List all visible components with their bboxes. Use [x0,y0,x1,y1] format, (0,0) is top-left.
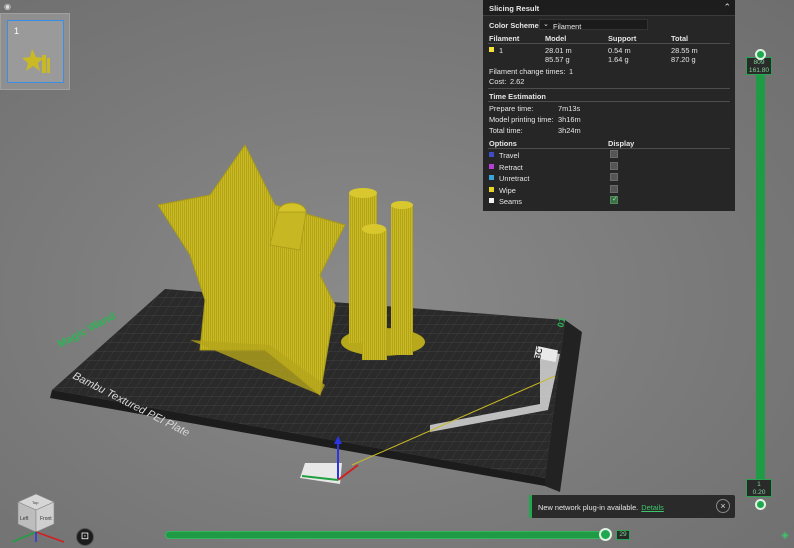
plate-thumbnail[interactable]: 1 [0,13,70,90]
header-model: Model [545,34,567,43]
cost-value: 2.62 [510,77,525,86]
travel-checkbox[interactable] [610,150,618,158]
layer-top-handle[interactable] [755,49,766,60]
support-weight: 1.64 g [608,55,629,64]
filament-id: 1 [499,46,504,55]
options-header: Options [489,139,517,148]
layers-icon[interactable]: ◈ [779,530,791,542]
panel-title: Slicing Result [489,4,540,13]
retract-swatch [489,164,494,169]
notification-text: New network plug-in available. [538,503,639,512]
prepare-time-value: 7m13s [558,104,581,113]
seams-swatch [489,198,494,203]
retract-checkbox[interactable] [610,162,618,170]
close-icon[interactable]: × [716,499,730,513]
wipe-swatch [489,187,494,192]
layer-bottom-number: 1 [757,481,761,488]
move-slider-value: 29 [616,530,630,540]
cube-left-label: Left [20,516,29,522]
header-filament: Filament [489,34,520,43]
cube-top-label: Top [32,500,39,505]
color-scheme-label: Color Scheme [489,21,539,30]
divider [488,88,730,89]
unretract-swatch [489,175,494,180]
option-travel-label: Travel [499,151,520,160]
color-scheme-select[interactable]: ⌄ Filament [539,19,648,31]
plate-number: 1 [14,26,20,36]
slicing-result-panel: Slicing Result ⌃ Color Scheme ⌄ Filament… [483,0,735,211]
3d-viewport[interactable]: Magic Wand Bambu Textured PEI Plate 01 B… [0,0,794,548]
view-cube[interactable]: Top Left Front [4,490,68,546]
layer-top-height: 161.80 [748,67,770,74]
pillar-models[interactable] [341,188,425,360]
total-weight: 87.20 g [671,55,696,64]
layer-bottom-height: 0.20 [752,489,766,496]
seams-checkbox[interactable]: ✓ [610,196,618,204]
option-unretract-label: Unretract [499,174,530,183]
cost-label: Cost: [489,77,507,86]
support-length: 0.54 m [608,46,631,55]
layer-bottom-handle[interactable] [755,499,766,510]
view-cube-icon: Top Left Front [11,493,65,543]
move-slider-track[interactable] [165,531,605,539]
prepare-time-label: Prepare time: [489,104,534,113]
model-time-label: Model printing time: [489,115,554,124]
plate-thumbnail-selected: 1 [7,20,64,83]
panel-header[interactable]: Slicing Result ⌃ [483,0,735,16]
cube-front-label: Front [40,516,52,522]
total-time-label: Total time: [489,126,523,135]
layer-bottom-label: 1 0.20 [746,479,772,497]
layer-slider-track[interactable] [756,60,765,492]
divider [488,101,730,102]
move-slider-handle[interactable] [599,528,612,541]
layer-top-number: 809 [753,59,765,66]
collapse-icon[interactable]: ⌃ [723,2,731,13]
color-scheme-value: Filament [553,21,582,31]
travel-swatch [489,152,494,157]
time-estimation-title: Time Estimation [489,92,546,101]
filament-swatch [489,47,494,52]
notification-toast: New network plug-in available. Details × [529,495,735,518]
zoom-fit-icon[interactable]: ⊡ [76,528,94,546]
unretract-checkbox[interactable] [610,173,618,181]
check-icon: ✓ [612,196,618,203]
total-length: 28.55 m [671,46,698,55]
change-times-label: Filament change times: [489,67,566,76]
option-wipe-label: Wipe [499,186,516,195]
notification-body: New network plug-in available. Details [538,503,664,512]
header-support: Support [608,34,637,43]
model-time-value: 3h16m [558,115,581,124]
change-times-value: 1 [569,67,574,76]
chevron-down-icon: ⌄ [543,21,549,28]
model-weight: 85.57 g [545,55,570,64]
eye-icon[interactable]: ◉ [2,2,13,11]
header-total: Total [671,34,689,43]
total-time-value: 3h24m [558,126,581,135]
divider [488,148,730,149]
option-seams-label: Seams [499,197,523,206]
display-header: Display [608,139,635,148]
option-retract-label: Retract [499,163,523,172]
details-link[interactable]: Details [641,503,664,512]
model-length: 28.01 m [545,46,572,55]
wipe-checkbox[interactable] [610,185,618,193]
divider [488,43,730,44]
